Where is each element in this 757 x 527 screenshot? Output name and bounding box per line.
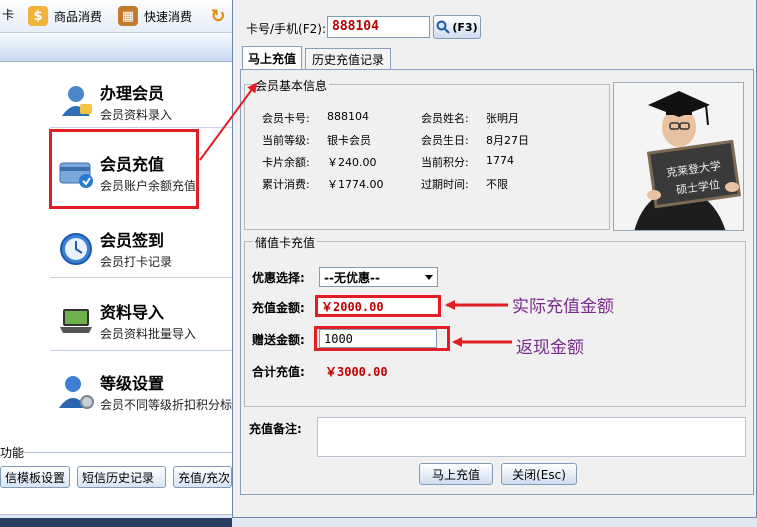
menu-subtitle: 会员不同等级折扣积分标 [100, 398, 233, 412]
toolbar-quick-consume-label: 快速消费 [144, 9, 193, 24]
sms-history-button[interactable]: 短信历史记录 [77, 466, 166, 488]
card-number-input[interactable]: 888104 [327, 16, 430, 38]
menu-item-register-member[interactable]: 办理会员 会员资料录入 [50, 74, 230, 134]
recharge-times-button[interactable]: 充值/充次 [173, 466, 232, 488]
basket-icon: ▦ [118, 6, 138, 26]
menu-subtitle: 会员资料录入 [100, 108, 173, 122]
toolbar-item-goods-consume[interactable]: $ 商品消费 [28, 6, 102, 26]
search-icon [436, 20, 451, 34]
amount-annotation: 实际充值金额 [512, 297, 614, 317]
menu-header-band [0, 34, 232, 62]
menu-title: 办理会员 [100, 84, 165, 103]
recharge-group: 储值卡充值 [244, 234, 746, 407]
sum-value: ￥3000.00 [325, 365, 388, 379]
search-shortcut-label: (F3) [452, 20, 478, 34]
menu-divider [50, 277, 232, 278]
money-bag-icon: $ [28, 6, 48, 26]
bonus-annotation: 返现金额 [516, 338, 584, 358]
card-number-label: 卡号/手机(F2): [246, 22, 326, 36]
refresh-icon: ↻ [210, 5, 226, 27]
amount-label: 充值金额: [252, 301, 305, 315]
taskbar-strip [0, 518, 232, 527]
clock-icon [60, 233, 92, 265]
menu-subtitle: 会员资料批量导入 [100, 327, 197, 341]
toolbar-goods-consume-label: 商品消费 [54, 9, 103, 24]
member-photo: 克莱登大学 硕士学位 [613, 82, 744, 231]
tab-recharge-now[interactable]: 马上充值 [242, 46, 302, 70]
discount-label: 优惠选择: [252, 271, 305, 285]
card-no-label: 会员卡号: [262, 112, 310, 125]
user-settings-icon [59, 376, 94, 409]
menu-title: 会员签到 [100, 231, 165, 250]
birthday-label: 会员生日: [421, 134, 469, 147]
graduate-photo-illustration [614, 83, 743, 230]
toolbar-item-quick-consume[interactable]: ▦ 快速消费 [118, 6, 192, 26]
menu-title: 等级设置 [100, 374, 165, 393]
recharge-highlight-box [49, 129, 199, 209]
points-value: 1774 [486, 154, 514, 167]
balance-value: ￥240.00 [327, 156, 377, 169]
amount-input[interactable]: ￥2000.00 [319, 298, 437, 314]
expire-value: 不限 [486, 178, 508, 191]
level-value: 银卡会员 [327, 134, 371, 147]
member-name-value: 张明月 [486, 112, 519, 125]
points-label: 当前积分: [421, 156, 469, 169]
menu-item-member-checkin[interactable]: 会员签到 会员打卡记录 [50, 221, 230, 281]
function-section-divider [22, 452, 232, 453]
recharge-dialog: 卡号/手机(F2): 888104 (F3) 马上充值 历史充值记录 会员基本信… [232, 0, 757, 518]
bonus-input[interactable]: 1000 [319, 329, 437, 348]
balance-label: 卡片余额: [262, 156, 310, 169]
discount-select[interactable]: --无优惠-- [319, 267, 438, 287]
toolbar-card-label: 卡 [2, 8, 15, 22]
total-consume-label: 累计消费: [262, 178, 310, 191]
close-button[interactable]: 关闭(Esc) [501, 463, 577, 485]
menu-title: 资料导入 [100, 303, 165, 322]
toolbar-item-refresh[interactable]: ↻ [208, 5, 228, 27]
bonus-label: 赠送金额: [252, 333, 305, 347]
laptop-icon [60, 309, 92, 333]
birthday-value: 8月27日 [486, 134, 529, 147]
menu-subtitle: 会员打卡记录 [100, 255, 173, 269]
member-info-group-title: 会员基本信息 [253, 77, 330, 94]
member-register-icon [62, 86, 92, 116]
member-info-group: 会员基本信息 会员卡号: 888104 会员姓名: 张明月 当前等级: 银卡会员… [244, 77, 610, 230]
total-consume-value: ￥1774.00 [327, 178, 384, 191]
level-label: 当前等级: [262, 134, 310, 147]
memo-label: 充值备注: [249, 422, 302, 436]
expire-label: 过期时间: [421, 178, 469, 191]
menu-divider [50, 350, 232, 351]
sms-template-button[interactable]: 信模板设置 [0, 466, 70, 488]
menu-item-data-import[interactable]: 资料导入 会员资料批量导入 [50, 293, 230, 353]
card-no-value: 888104 [327, 110, 369, 123]
recharge-group-title: 储值卡充值 [253, 234, 318, 251]
confirm-recharge-button[interactable]: 马上充值 [419, 463, 493, 485]
toolbar-item-card[interactable]: 卡 [2, 6, 14, 23]
menu-item-level-settings[interactable]: 等级设置 会员不同等级折扣积分标 [50, 364, 233, 424]
tab-recharge-history[interactable]: 历史充值记录 [305, 48, 391, 70]
discount-select-value: --无优惠-- [324, 271, 380, 285]
search-card-button[interactable]: (F3) [433, 15, 481, 39]
member-name-label: 会员姓名: [421, 112, 469, 125]
chevron-down-icon [425, 275, 433, 280]
function-section-label: 功能 [0, 446, 25, 460]
memo-textarea[interactable] [317, 417, 746, 457]
sum-label: 合计充值: [252, 365, 305, 379]
menu-divider [50, 127, 232, 128]
